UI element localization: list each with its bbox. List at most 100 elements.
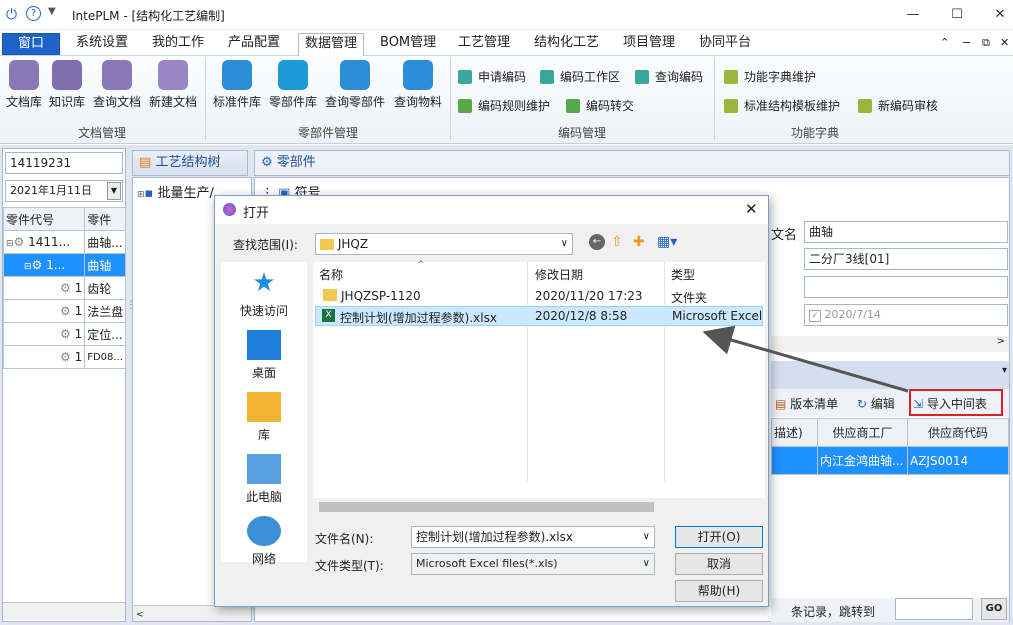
col-part-code[interactable]: 零件代号	[2, 207, 86, 231]
chevron-down-icon[interactable]: ∨	[643, 527, 650, 547]
list-item[interactable]: JHQZSP-1120 2020/11/20 17:23 文件夹	[315, 286, 763, 306]
chevron-down-icon[interactable]: ▼	[107, 182, 121, 200]
col-supplier-code[interactable]: 供应商代码	[907, 418, 1009, 447]
gear-icon: ⚙	[60, 281, 71, 295]
menu-collaboration[interactable]: 协同平台	[693, 33, 757, 55]
standard-part-library-button[interactable]: 标准件库	[210, 60, 264, 110]
code-transfer-button[interactable]: 编码转交	[566, 97, 634, 114]
place-quick-access[interactable]: ★ 快速访问	[221, 268, 307, 319]
help-icon[interactable]: ?	[26, 6, 41, 21]
chevron-down-icon[interactable]: ∨	[561, 234, 568, 254]
code-workspace-button[interactable]: 编码工作区	[540, 68, 620, 85]
table-row[interactable]: ⚙ 1 FD08...	[2, 345, 127, 369]
query-doc-button[interactable]: 查询文档	[90, 60, 144, 110]
table-row[interactable]: ⚙ 1 法兰盘	[2, 299, 127, 323]
scrollbar-thumb[interactable]	[319, 502, 654, 512]
file-list-scrollbar[interactable]	[313, 498, 765, 516]
page-jump-input[interactable]	[895, 598, 973, 620]
go-button[interactable]: GO	[981, 598, 1007, 620]
date-picker[interactable]: 2021年1月11日 ▼	[5, 180, 123, 202]
menu-system-settings[interactable]: 系统设置	[70, 33, 134, 55]
view-menu-icon[interactable]: ▦▾	[657, 234, 677, 250]
quick-access-dropdown-icon[interactable]: ▼	[48, 6, 56, 17]
mdi-close-icon[interactable]: ✕	[1000, 36, 1009, 49]
function-dict-maintain-button[interactable]: 功能字典维护	[724, 68, 816, 85]
up-folder-icon[interactable]: ⇧	[611, 234, 623, 250]
open-button[interactable]: 打开(O)	[675, 526, 763, 548]
menu-process-management[interactable]: 工艺管理	[452, 33, 516, 55]
menu-product-config[interactable]: 产品配置	[222, 33, 286, 55]
line-field[interactable]: 二分厂3线[01]	[804, 248, 1008, 270]
part-library-button[interactable]: 零部件库	[266, 60, 320, 110]
tree-collapse-icon[interactable]: ⊟	[6, 239, 14, 249]
power-icon[interactable]: ⏻	[6, 7, 17, 23]
code-rule-maintain-button[interactable]: 编码规则维护	[458, 97, 550, 114]
mdi-restore-icon[interactable]: ⧉	[982, 36, 990, 50]
scroll-right-icon[interactable]: >	[997, 336, 1005, 347]
import-intermediate-table-button[interactable]: ⇲ 导入中间表	[909, 389, 1003, 416]
minimize-button[interactable]: —	[893, 0, 933, 30]
scroll-left-icon[interactable]: <	[133, 610, 144, 620]
col-date[interactable]: 修改日期	[535, 266, 583, 283]
table-row[interactable]: ⊟⚙ 1411... 曲轴...	[2, 230, 127, 254]
name-field[interactable]: 曲轴	[804, 221, 1008, 243]
filename-input[interactable]: 控制计划(增加过程参数).xlsx ∨	[411, 526, 655, 548]
query-code-button[interactable]: 查询编码	[635, 68, 703, 85]
collapse-icon[interactable]: ▾	[1002, 365, 1007, 376]
new-folder-icon[interactable]: ✚	[633, 234, 645, 250]
standard-template-maintain-button[interactable]: 标准结构模板维护	[724, 97, 840, 114]
col-type[interactable]: 类型	[671, 266, 695, 283]
tab-process-tree[interactable]: ▤ 工艺结构树	[132, 150, 248, 176]
menu-window[interactable]: 窗口	[2, 33, 60, 55]
close-icon[interactable]: ✕	[745, 200, 758, 218]
checkbox[interactable]: ✓	[809, 310, 821, 322]
table-row[interactable]: ⚙ 1 齿轮	[2, 276, 127, 300]
query-part-button[interactable]: 查询零部件	[322, 60, 388, 110]
edit-button[interactable]: ↻ 编辑	[857, 395, 895, 412]
place-network[interactable]: 网络	[221, 516, 307, 567]
tab-parts[interactable]: ⚙ 零部件	[254, 150, 1010, 176]
knowledge-library-button[interactable]: 知识库	[46, 60, 88, 110]
date-field[interactable]: ✓ 2020/7/14	[804, 304, 1008, 326]
tree-expand-icon[interactable]: ⊞	[137, 190, 145, 200]
part-search-input[interactable]: 14119231	[5, 152, 123, 174]
new-code-review-button[interactable]: 新编码审核	[858, 97, 938, 114]
menu-project-management[interactable]: 项目管理	[617, 33, 681, 55]
col-name[interactable]: 名称	[319, 266, 343, 283]
help-button[interactable]: 帮助(H)	[675, 580, 763, 602]
col-supplier-plant[interactable]: 供应商工厂	[817, 418, 908, 447]
list-item[interactable]: X 控制计划(增加过程参数).xlsx 2020/12/8 8:58 Micro…	[315, 306, 763, 326]
cancel-button[interactable]: 取消	[675, 553, 763, 575]
look-in-select[interactable]: JHQZ ∨	[315, 233, 573, 255]
maximize-button[interactable]: ☐	[937, 0, 977, 30]
version-list-button[interactable]: ▤ 版本清单	[775, 395, 838, 412]
table-row[interactable]: 内江金鸿曲轴... AZJS0014	[771, 446, 1009, 475]
ribbon-collapse-icon[interactable]: ⌃	[940, 36, 949, 49]
new-doc-button[interactable]: 新建文档	[146, 60, 200, 110]
close-window-button[interactable]: ✕	[980, 0, 1013, 30]
query-material-button[interactable]: 查询物料	[390, 60, 446, 110]
place-this-pc[interactable]: 此电脑	[221, 454, 307, 505]
gear-icon: ⚙	[31, 258, 43, 272]
tree-root-node[interactable]: ⊞▪ 批量生产/...	[137, 182, 226, 201]
apply-code-button[interactable]: 申请编码	[458, 68, 526, 85]
place-library[interactable]: 库	[221, 392, 307, 443]
mdi-minimize-icon[interactable]: −	[962, 36, 971, 49]
table-row[interactable]: ⊟⚙ 1... 曲轴	[2, 253, 127, 277]
menu-data-management[interactable]: 数据管理	[298, 33, 365, 57]
doc-library-button[interactable]: 文档库	[4, 60, 44, 110]
filetype-select[interactable]: Microsoft Excel files(*.xls) ∨	[411, 553, 655, 575]
empty-field[interactable]	[804, 276, 1008, 298]
menu-structured-process[interactable]: 结构化工艺	[528, 33, 605, 55]
tree-scrollbar[interactable]: <	[133, 605, 251, 621]
place-desktop[interactable]: 桌面	[221, 330, 307, 381]
tree-collapse-icon[interactable]: ⊟	[24, 262, 32, 272]
chevron-down-icon[interactable]: ∨	[643, 554, 650, 574]
menu-my-work[interactable]: 我的工作	[146, 33, 210, 55]
menu-bom-management[interactable]: BOM管理	[374, 33, 442, 55]
back-icon[interactable]: ←	[589, 234, 605, 250]
col-part-name[interactable]: 零件	[84, 207, 127, 231]
col-desc[interactable]: 描述)	[771, 418, 818, 447]
horizontal-scrollbar[interactable]	[3, 602, 125, 620]
table-row[interactable]: ⚙ 1 定位...	[2, 322, 127, 346]
